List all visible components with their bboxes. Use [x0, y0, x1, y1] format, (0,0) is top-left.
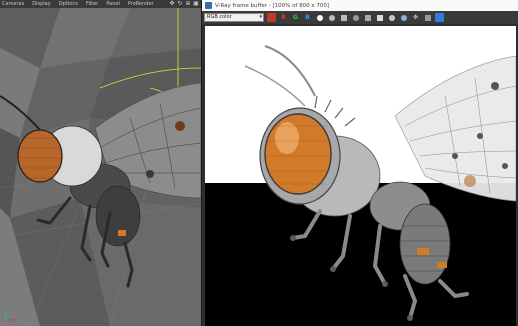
menu-display[interactable]: Display	[32, 0, 50, 8]
vfb-toolbar: RGB color ▾ R G B ✥	[202, 11, 518, 24]
lock-icon[interactable]	[423, 13, 432, 22]
vray-frame-buffer-window: V-Ray frame buffer - [100% of 800 x 700]…	[201, 0, 518, 326]
red-channel-button[interactable]: R	[279, 13, 288, 22]
rotate-icon[interactable]: ↻	[177, 1, 183, 7]
render-icon[interactable]	[435, 13, 444, 22]
clear-icon[interactable]	[363, 13, 372, 22]
channel-select[interactable]: RGB color ▾	[204, 13, 264, 22]
screen: Cameras Display Options Filter Panel Pro…	[0, 0, 518, 326]
viewport-nav-icons: ✥ ↻ ⊕ ▣	[169, 0, 199, 8]
render-canvas[interactable]	[205, 26, 516, 326]
menu-cameras[interactable]: Cameras	[2, 0, 24, 8]
region-render-icon[interactable]	[399, 13, 408, 22]
vfb-title: V-Ray frame buffer - [100% of 800 x 700]	[215, 2, 330, 9]
blue-channel-button[interactable]: B	[303, 13, 312, 22]
green-channel-button[interactable]: G	[291, 13, 300, 22]
load-icon[interactable]	[351, 13, 360, 22]
pan-icon[interactable]: ✥	[411, 13, 420, 22]
save-icon[interactable]	[339, 13, 348, 22]
editor-viewport[interactable]: Cameras Display Options Filter Panel Pro…	[0, 0, 201, 326]
viewport-scene	[0, 8, 201, 326]
move-icon[interactable]: ✥	[169, 1, 175, 7]
menu-options[interactable]: Options	[59, 0, 78, 8]
chevron-down-icon: ▾	[259, 14, 262, 20]
duplicate-icon[interactable]	[375, 13, 384, 22]
menu-panel[interactable]: Panel	[106, 0, 120, 8]
viewport-menubar: Cameras Display Options Filter Panel Pro…	[0, 0, 201, 8]
mono-view-button[interactable]	[327, 13, 336, 22]
zoom-icon[interactable]: ⊕	[185, 1, 191, 7]
track-mouse-icon[interactable]	[387, 13, 396, 22]
channel-select-value: RGB color	[207, 14, 232, 20]
save-image-icon[interactable]	[267, 13, 276, 22]
menu-filter[interactable]: Filter	[86, 0, 98, 8]
maximize-icon[interactable]: ▣	[193, 1, 199, 7]
menu-prorender[interactable]: ProRender	[128, 0, 154, 8]
alpha-channel-button[interactable]	[315, 13, 324, 22]
vfb-titlebar[interactable]: V-Ray frame buffer - [100% of 800 x 700]	[202, 0, 518, 11]
vray-app-icon	[205, 2, 212, 9]
